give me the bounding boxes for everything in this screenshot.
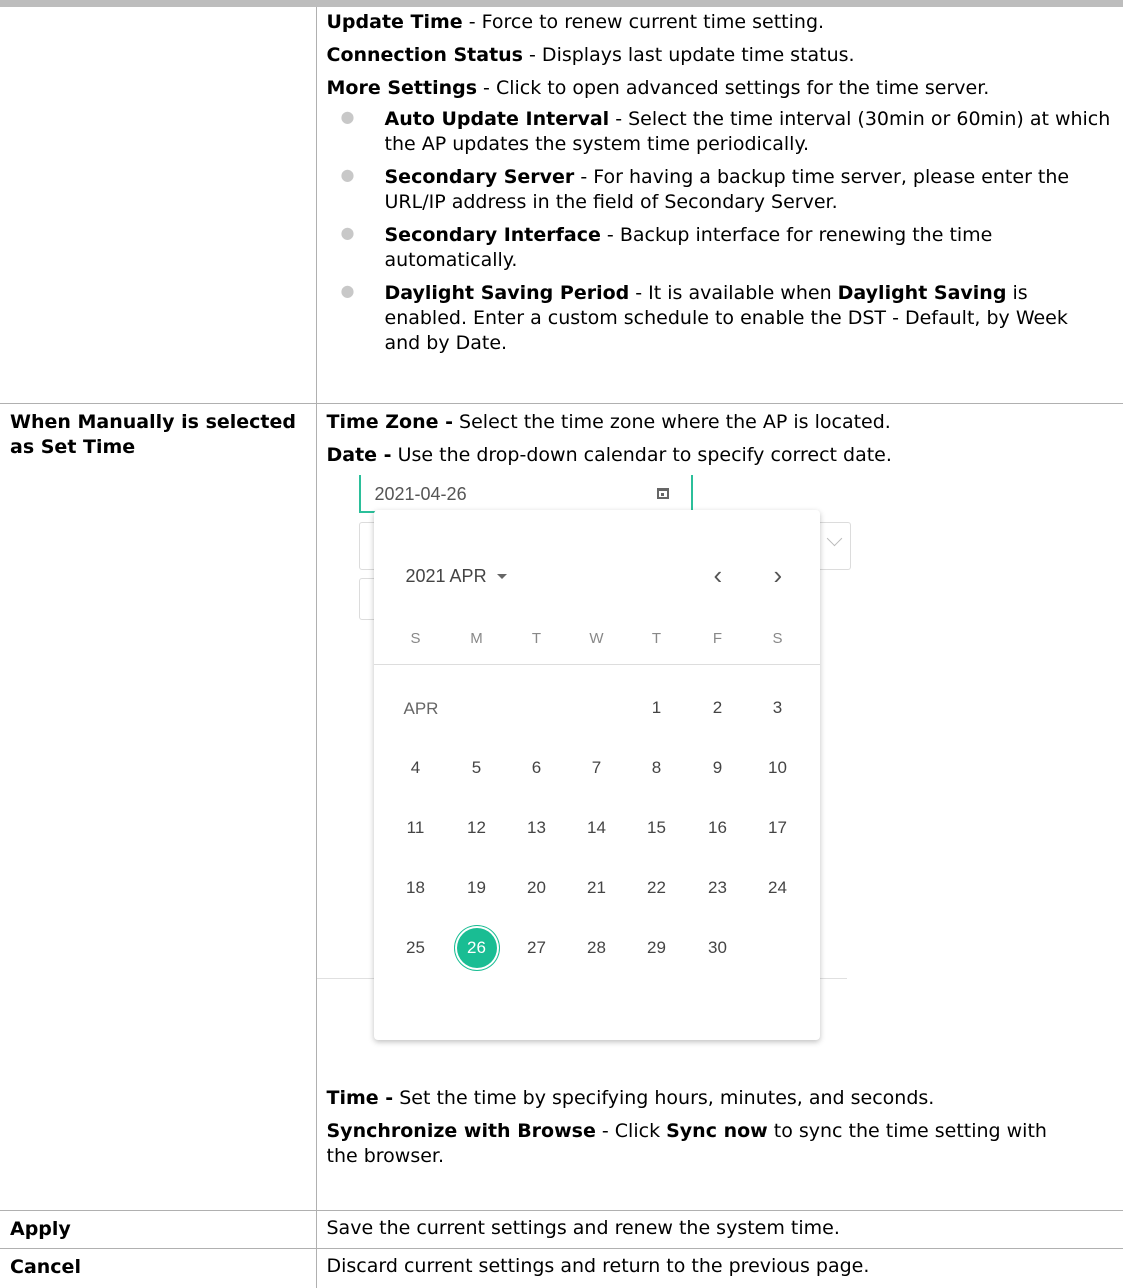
chevron-down-icon [826, 530, 842, 546]
time-zone-desc: Time Zone - Select the time zone where t… [326, 410, 891, 433]
day-cell[interactable]: 20 [517, 868, 557, 908]
caret-down-icon [496, 574, 507, 580]
date-desc: Date - Use the drop-down calendar to spe… [326, 443, 892, 466]
weekday-header: T [651, 629, 662, 647]
more-settings-desc: More Settings - Click to open advanced s… [326, 77, 990, 99]
month-label: APR [403, 698, 439, 718]
row-description: Save the current settings and renew the … [316, 1209, 1123, 1248]
row-cancel: Cancel Discard current settings and retu… [0, 1247, 1123, 1288]
weekday-header: W [589, 629, 604, 647]
list-item: ● Daylight Saving Period - It is availabl… [327, 281, 1123, 356]
weekday-divider [373, 663, 820, 665]
list-item: ● Auto Update Interval - Select the time … [327, 107, 1123, 157]
row-description: Discard current settings and return to t… [316, 1247, 1123, 1288]
row-label-empty [0, 7, 317, 403]
weekday-header: F [712, 629, 723, 647]
chevron-right-icon[interactable]: › [774, 562, 783, 588]
day-cell[interactable]: 5 [457, 748, 497, 788]
day-cell[interactable]: 19 [457, 868, 497, 908]
sync-desc: Synchronize with Browse - Click Sync now… [326, 1119, 1047, 1167]
calendar-dropdown: 2021 APR ‹ › APR S M T W T F S 1 2 3 4 5 6 7 8 9 10 11 12 1… [373, 509, 820, 1040]
day-cell[interactable]: 8 [637, 748, 677, 788]
day-cell[interactable]: 22 [637, 868, 677, 908]
day-cell[interactable]: 11 [396, 808, 436, 848]
day-cell[interactable]: 16 [698, 808, 738, 848]
month-year-selector[interactable]: 2021 APR [406, 566, 507, 587]
day-cell[interactable]: 18 [396, 868, 436, 908]
row-label: When Manually is selected as Set Time [0, 402, 317, 1210]
day-cell[interactable]: 14 [577, 808, 617, 848]
weekday-header: S [410, 629, 421, 647]
day-cell[interactable]: 15 [637, 808, 677, 848]
day-cell[interactable]: 13 [517, 808, 557, 848]
bullet-icon: ● [340, 165, 355, 184]
day-cell[interactable]: 4 [396, 748, 436, 788]
calendar-icon[interactable] [656, 487, 669, 499]
weekday-header: S [772, 629, 783, 647]
row-description: Update Time - Force to renew current tim… [316, 7, 1123, 403]
chevron-left-icon[interactable]: ‹ [714, 562, 723, 588]
day-cell[interactable]: 2 [698, 688, 738, 728]
date-picker-screenshot: 2021-04-26 2021 APR ‹ › APR SMTWTFS12345… [316, 468, 1123, 1086]
day-cell[interactable]: 30 [698, 928, 738, 968]
day-cell[interactable]: 21 [577, 868, 617, 908]
row-label: Cancel [0, 1247, 317, 1288]
connection-status-desc: Connection Status - Displays last update… [326, 44, 855, 66]
row-apply: Apply Save the current settings and rene… [0, 1209, 1123, 1248]
day-cell[interactable]: 17 [758, 808, 798, 848]
day-cell[interactable]: 6 [517, 748, 557, 788]
bullet-icon: ● [340, 281, 355, 300]
day-cell[interactable]: 10 [758, 748, 798, 788]
day-cell[interactable]: 24 [758, 868, 798, 908]
selected-day-cell[interactable]: 26 [456, 927, 497, 968]
row-label: Apply [0, 1209, 317, 1248]
row-manual-set-time: When Manually is selected as Set Time Ti… [0, 402, 1123, 1210]
parameter-table: Update Time - Force to renew current tim… [0, 7, 1123, 1288]
day-cell[interactable]: 23 [698, 868, 738, 908]
row-more-settings: Update Time - Force to renew current tim… [0, 7, 1123, 403]
day-cell[interactable]: 12 [457, 808, 497, 848]
day-cell[interactable]: 3 [758, 688, 798, 728]
month-year-label: 2021 APR [405, 565, 487, 586]
date-value: 2021-04-26 [374, 483, 467, 504]
day-cell[interactable]: 28 [577, 928, 617, 968]
time-desc: Time - Set the time by specifying hours,… [326, 1086, 935, 1109]
bullet-icon: ● [340, 107, 355, 126]
day-cell[interactable]: 29 [637, 928, 677, 968]
bullet-icon: ● [340, 223, 355, 242]
day-cell[interactable]: 9 [698, 748, 738, 788]
update-time-desc: Update Time - Force to renew current tim… [326, 11, 825, 33]
row-description: Time Zone - Select the time zone where t… [316, 402, 1123, 1210]
list-item: ● Secondary Server - For having a backup … [327, 165, 1123, 215]
top-border [0, 0, 1123, 7]
day-cell[interactable]: 1 [637, 688, 677, 728]
weekday-header: M [470, 629, 483, 647]
day-cell[interactable]: 27 [517, 928, 557, 968]
day-cell[interactable]: 7 [577, 748, 617, 788]
day-cell[interactable]: 25 [396, 928, 436, 968]
list-item: ● Secondary Interface - Backup interface … [327, 223, 1123, 273]
date-input[interactable]: 2021-04-26 [358, 474, 693, 513]
weekday-header: T [531, 629, 542, 647]
